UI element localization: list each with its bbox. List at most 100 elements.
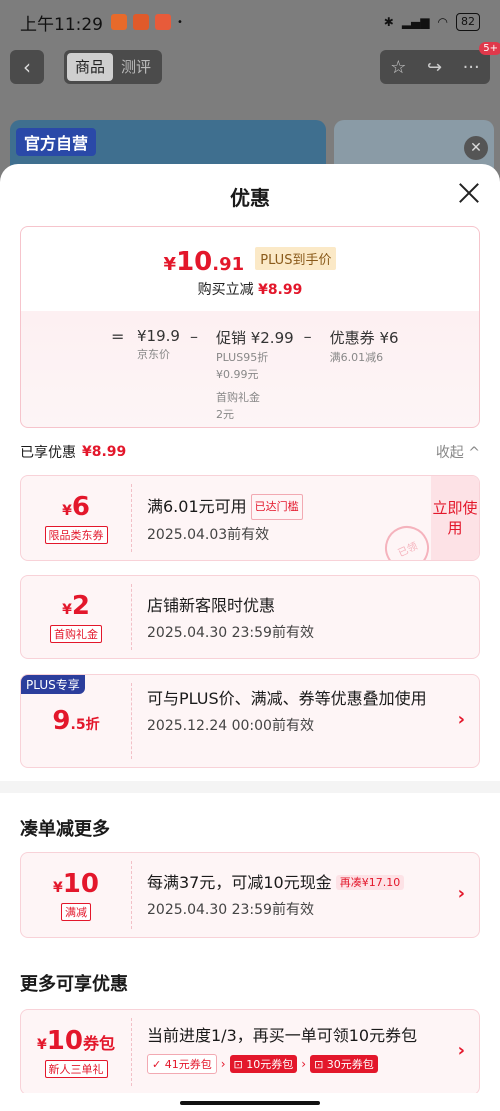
plus-price-tag: PLUS到手价 (255, 247, 337, 270)
plus-amount-block: 9.5折 (21, 675, 131, 767)
home-indicator (0, 1093, 500, 1111)
pack-amount-value: 10 (46, 1026, 83, 1056)
gift-amount: ¥2 (62, 591, 90, 621)
promo-sub2: ¥0.99元 (215, 368, 259, 381)
currency-symbol: ¥ (37, 1037, 47, 1053)
coupon-condition: 满6.01元可用 (147, 497, 247, 516)
reduction-amount: ¥10 (53, 869, 99, 899)
dashed-divider (131, 683, 132, 759)
message-badge: 5+ (479, 42, 500, 55)
dashed-divider (131, 584, 132, 650)
final-price-int: 10 (176, 247, 213, 277)
chevron-right-icon: › (457, 1040, 465, 1061)
thumb-close-icon[interactable]: ✕ (464, 136, 488, 160)
collapse-toggle[interactable]: 收起 ^ (436, 442, 480, 462)
promo-sub4: 2元 (215, 408, 234, 421)
currency-symbol: ¥ (163, 254, 177, 275)
plus-info: 可与PLUS价、满减、券等优惠叠加使用 2025.12.24 00:00前有效 (147, 687, 435, 735)
jd-price: ¥19.9 (137, 327, 180, 345)
gift-card: ¥2 首购礼金 店铺新客限时优惠 2025.04.30 23:59前有效 (20, 575, 480, 659)
lock-icon: ⊡ (314, 1058, 327, 1071)
pack-amount-block: ¥10券包 新人三单礼 (21, 1010, 131, 1094)
status-right: ✱ ▂▄▆ ◠ 82 (384, 13, 480, 31)
signal-icon: ▂▄▆ (401, 15, 430, 29)
price-summary: ¥10.91 PLUS到手价 购买立减 ¥8.99 = ¥19.9 京东价 – … (20, 226, 480, 428)
coupon-amount-block: ¥6 限品类东券 (21, 476, 131, 560)
bought-label: 购买立减 (197, 282, 254, 298)
section-separator (0, 781, 500, 793)
full-reduction-card[interactable]: ¥10 满减 每满37元，可减10元现金 再凑¥17.10 2025.04.30 … (20, 852, 480, 938)
bought-value: ¥8.99 (258, 282, 303, 298)
reduction-type-tag: 满减 (61, 903, 91, 921)
minus-sign-2: – (303, 327, 312, 346)
back-button[interactable]: ‹ (10, 50, 44, 84)
section-title-more-discount: 凑单减更多 (20, 819, 110, 840)
plus-discount-card[interactable]: PLUS专享 9.5折 可与PLUS价、满减、券等优惠叠加使用 2025.12.… (20, 674, 480, 768)
pack-progress: 当前进度1/3，再买一单可领10元券包 (147, 1026, 418, 1045)
coupon-pack-card[interactable]: ¥10券包 新人三单礼 当前进度1/3，再买一单可领10元券包 ✓ 41元券包 … (20, 1009, 480, 1095)
final-price: ¥10.91 (164, 247, 245, 277)
enjoyed-label: 已享优惠 (20, 445, 76, 461)
equals-sign: = (111, 327, 125, 346)
gift-type-tag: 首购礼金 (50, 625, 102, 643)
app-notification-icon (111, 14, 127, 30)
share-icon[interactable]: ↪ (427, 57, 442, 78)
coupon-amount: ¥6 (62, 492, 90, 522)
close-icon[interactable] (458, 182, 480, 204)
gift-amount-block: ¥2 首购礼金 (21, 576, 131, 658)
app2-notification-icon (155, 14, 171, 30)
coupon-value: 优惠券 ¥6 (329, 329, 399, 347)
promo-item: 促销 ¥2.99 PLUS95折 ¥0.99元 首购礼金 2元 (216, 327, 294, 422)
pack-chip-text: 41元券包 (164, 1058, 212, 1071)
top-nav: ‹ 商品 测评 ☆ ↪ ··· 5+ (10, 42, 500, 84)
battery-indicator: 82 (456, 13, 480, 31)
enjoyed-discount-row: 已享优惠 ¥8.99 收起 ^ (20, 442, 480, 462)
plus-discount-amount: 9.5折 (52, 706, 99, 736)
store-label: 官方自营 (16, 128, 97, 156)
coupon-type-tag: 限品类东券 (44, 526, 108, 544)
wifi-icon: ◠ (437, 15, 448, 29)
tab-switcher: 商品 测评 (64, 50, 163, 84)
gift-amount-value: 2 (71, 591, 90, 621)
dashed-divider (131, 861, 132, 929)
more-icon[interactable]: ··· (463, 57, 480, 78)
pack-chip-text: 10元券包 (246, 1058, 294, 1071)
use-now-button[interactable]: 立即使用 (431, 476, 479, 560)
arrow-right-icon: › (220, 1057, 226, 1071)
currency-symbol: ¥ (62, 503, 72, 519)
bluetooth-icon: ✱ (383, 15, 394, 29)
mi-notification-icon (133, 14, 149, 30)
dot-icon: • (177, 16, 183, 28)
chevron-right-icon: › (457, 709, 465, 730)
plus-discount-int: 9 (52, 706, 71, 736)
enjoyed-value: ¥8.99 (82, 444, 127, 460)
discount-sheet: 优惠 ¥10.91 PLUS到手价 购买立减 ¥8.99 = ¥19.9 京东价… (0, 164, 500, 1111)
nav-actions: ☆ ↪ ··· 5+ (380, 42, 500, 84)
star-icon[interactable]: ☆ (390, 57, 406, 78)
status-bar: 上午11:29 • ✱ ▂▄▆ ◠ 82 (0, 0, 500, 44)
pack-chip-claimed: ✓ 41元券包 (147, 1054, 217, 1074)
tab-review[interactable]: 测评 (113, 53, 159, 81)
price-formula: = ¥19.9 京东价 – 促销 ¥2.99 PLUS95折 ¥0.99元 首购… (111, 327, 409, 422)
threshold-reached-tag: 已达门槛 (250, 494, 303, 520)
final-price-row: ¥10.91 PLUS到手价 (21, 247, 479, 277)
promo-sub1: PLUS95折 (215, 351, 269, 364)
pack-chip-next: ⊡ 10元券包 (229, 1055, 298, 1073)
gift-description: 店铺新客限时优惠 (147, 596, 276, 615)
reduction-amount-value: 10 (62, 869, 99, 899)
coupon-amount-value: 6 (71, 492, 90, 522)
coupon-card: ¥6 限品类东券 满6.01元可用 已达门槛 2025.04.03前有效 已领 立… (20, 475, 480, 561)
pack-chips: ✓ 41元券包 › ⊡ 10元券包 › ⊡ 30元券包 (147, 1054, 435, 1074)
tab-product[interactable]: 商品 (67, 53, 114, 81)
plus-expiry: 2025.12.24 00:00前有效 (147, 718, 314, 734)
gift-expiry: 2025.04.30 23:59前有效 (147, 625, 314, 641)
reduction-amount-block: ¥10 满减 (21, 853, 131, 937)
pack-amount: ¥10券包 (37, 1026, 115, 1056)
dashed-divider (131, 484, 132, 552)
jd-price-item: ¥19.9 京东价 (137, 327, 180, 422)
arrow-right-icon: › (301, 1057, 307, 1071)
reduction-expiry: 2025.04.30 23:59前有效 (147, 902, 314, 918)
minus-sign: – (189, 327, 198, 346)
pack-type-tag: 新人三单礼 (44, 1060, 108, 1078)
notification-icons: • (111, 14, 183, 30)
